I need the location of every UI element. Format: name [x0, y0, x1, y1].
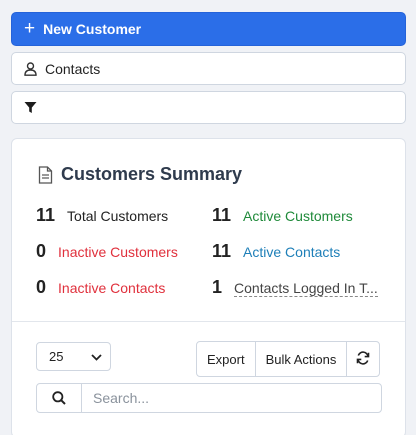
stat-label: Total Customers	[67, 208, 169, 224]
stat-value: 0	[36, 277, 47, 297]
summary-title: Customers Summary	[61, 164, 243, 184]
page-size-value: 25	[49, 349, 64, 364]
new-customer-button[interactable]: + New Customer	[11, 12, 406, 46]
plus-icon: +	[24, 17, 36, 39]
stat-inactive-customers[interactable]: 0 Inactive Customers	[36, 241, 178, 262]
new-customer-label: New Customer	[43, 21, 142, 37]
contacts-button[interactable]: Contacts	[11, 52, 406, 85]
stat-inactive-contacts[interactable]: 0 Inactive Contacts	[36, 277, 165, 298]
stat-value: 11	[212, 205, 232, 225]
contacts-label: Contacts	[45, 60, 101, 77]
search-box: Search...	[36, 383, 382, 413]
bulk-actions-button[interactable]: Bulk Actions	[254, 342, 347, 376]
chevron-down-icon	[91, 349, 102, 364]
refresh-icon	[356, 350, 370, 368]
stat-active-contacts[interactable]: 11 Active Contacts	[212, 241, 340, 262]
document-icon	[38, 165, 53, 184]
stat-contacts-logged-in[interactable]: 1 Contacts Logged In T...	[212, 277, 378, 298]
stat-value: 11	[212, 241, 232, 261]
summary-header: Customers Summary	[38, 164, 242, 185]
stat-label[interactable]: Active Customers	[243, 208, 353, 224]
filter-icon	[24, 101, 37, 114]
customers-summary-card: Customers Summary 11 Total Customers 11 …	[11, 138, 406, 435]
search-icon[interactable]	[37, 384, 82, 412]
stat-active-customers[interactable]: 11 Active Customers	[212, 205, 353, 226]
stat-label[interactable]: Inactive Contacts	[58, 280, 165, 296]
stat-total-customers: 11 Total Customers	[36, 205, 168, 226]
stat-value: 0	[36, 241, 47, 261]
stat-label[interactable]: Inactive Customers	[58, 244, 178, 260]
search-input[interactable]: Search...	[82, 384, 381, 412]
user-icon	[24, 61, 37, 76]
refresh-button[interactable]	[346, 342, 379, 376]
page-size-select[interactable]: 25	[36, 342, 111, 371]
table-action-buttons: Export Bulk Actions	[196, 341, 381, 377]
stat-value: 11	[36, 205, 56, 225]
export-button[interactable]: Export	[197, 342, 255, 376]
divider	[12, 321, 405, 322]
filter-button[interactable]	[11, 91, 406, 124]
stat-label[interactable]: Active Contacts	[243, 244, 340, 260]
stat-label[interactable]: Contacts Logged In T...	[234, 280, 378, 297]
stat-value: 1	[212, 277, 223, 297]
